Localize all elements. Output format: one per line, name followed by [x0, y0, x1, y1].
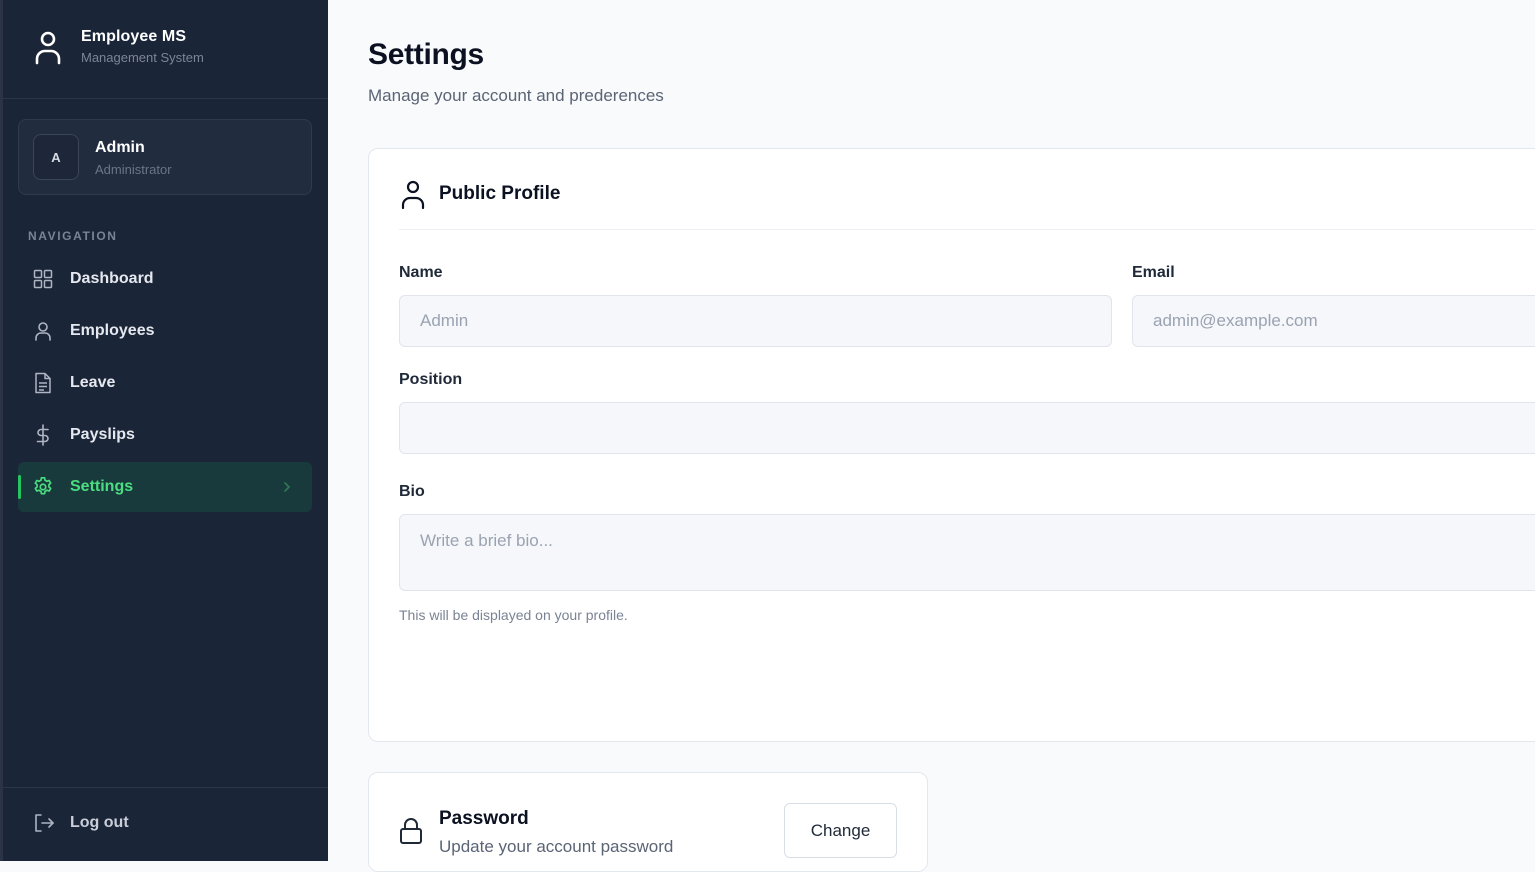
page-subtitle: Manage your account and prederences	[368, 86, 664, 105]
name-label: Name	[399, 264, 443, 281]
position-field[interactable]	[399, 402, 1535, 454]
logout-label: Log out	[70, 814, 129, 831]
lock-icon	[400, 818, 422, 844]
card-header: Public Profile	[399, 179, 560, 209]
brand: Employee MS Management System	[33, 28, 204, 65]
brand-subtitle: Management System	[81, 50, 204, 65]
name-field[interactable]: Admin	[399, 295, 1112, 347]
grid-icon	[32, 268, 54, 290]
password-title: Password	[439, 808, 529, 829]
sidebar-item-settings[interactable]: Settings	[18, 462, 312, 512]
password-card: Password Update your account password Ch…	[368, 772, 928, 872]
change-password-button[interactable]: Change	[784, 803, 897, 858]
user-card: A Admin Administrator	[18, 119, 312, 195]
dollar-icon	[32, 424, 54, 446]
user-name: Admin	[95, 139, 145, 156]
user-role: Administrator	[95, 162, 172, 177]
card-title: Public Profile	[439, 183, 561, 204]
document-icon	[32, 372, 54, 394]
sidebar-item-label: Employees	[70, 322, 155, 339]
password-subtitle: Update your account password	[439, 837, 674, 856]
sidebar-item-leave[interactable]: Leave	[18, 358, 312, 408]
gear-icon	[32, 476, 54, 498]
divider	[399, 229, 1535, 230]
bio-label: Bio	[399, 483, 425, 500]
sidebar-item-label: Payslips	[70, 426, 135, 443]
sidebar-item-dashboard[interactable]: Dashboard	[18, 254, 312, 304]
user-icon	[401, 180, 425, 209]
sidebar-item-label: Dashboard	[70, 270, 154, 287]
chevron-right-icon	[284, 482, 291, 492]
divider	[3, 98, 328, 99]
sidebar-item-label: Leave	[70, 374, 116, 391]
bio-hint: This will be displayed on your profile.	[399, 607, 628, 623]
position-label: Position	[399, 371, 463, 388]
bio-textarea[interactable]: Write a brief bio...	[399, 514, 1535, 591]
page-title: Settings	[368, 38, 484, 71]
divider	[3, 787, 328, 788]
user-icon	[32, 320, 54, 342]
main-content: Settings Manage your account and predere…	[328, 0, 1535, 872]
public-profile-card: Public Profile Name Admin Email admin@ex…	[368, 148, 1535, 742]
logout-icon	[35, 814, 54, 832]
nav-section-label: NAVIGATION	[28, 229, 118, 243]
sidebar: Employee MS Management System A Admin Ad…	[0, 0, 328, 861]
sidebar-item-label: Settings	[70, 478, 134, 495]
email-label: Email	[1132, 264, 1175, 281]
email-field[interactable]: admin@example.com	[1132, 295, 1535, 347]
avatar: A	[33, 134, 79, 180]
logout-button[interactable]: Log out	[33, 812, 129, 834]
sidebar-item-employees[interactable]: Employees	[18, 306, 312, 356]
brand-title: Employee MS	[81, 28, 187, 45]
user-icon	[35, 31, 61, 64]
sidebar-item-payslips[interactable]: Payslips	[18, 410, 312, 460]
